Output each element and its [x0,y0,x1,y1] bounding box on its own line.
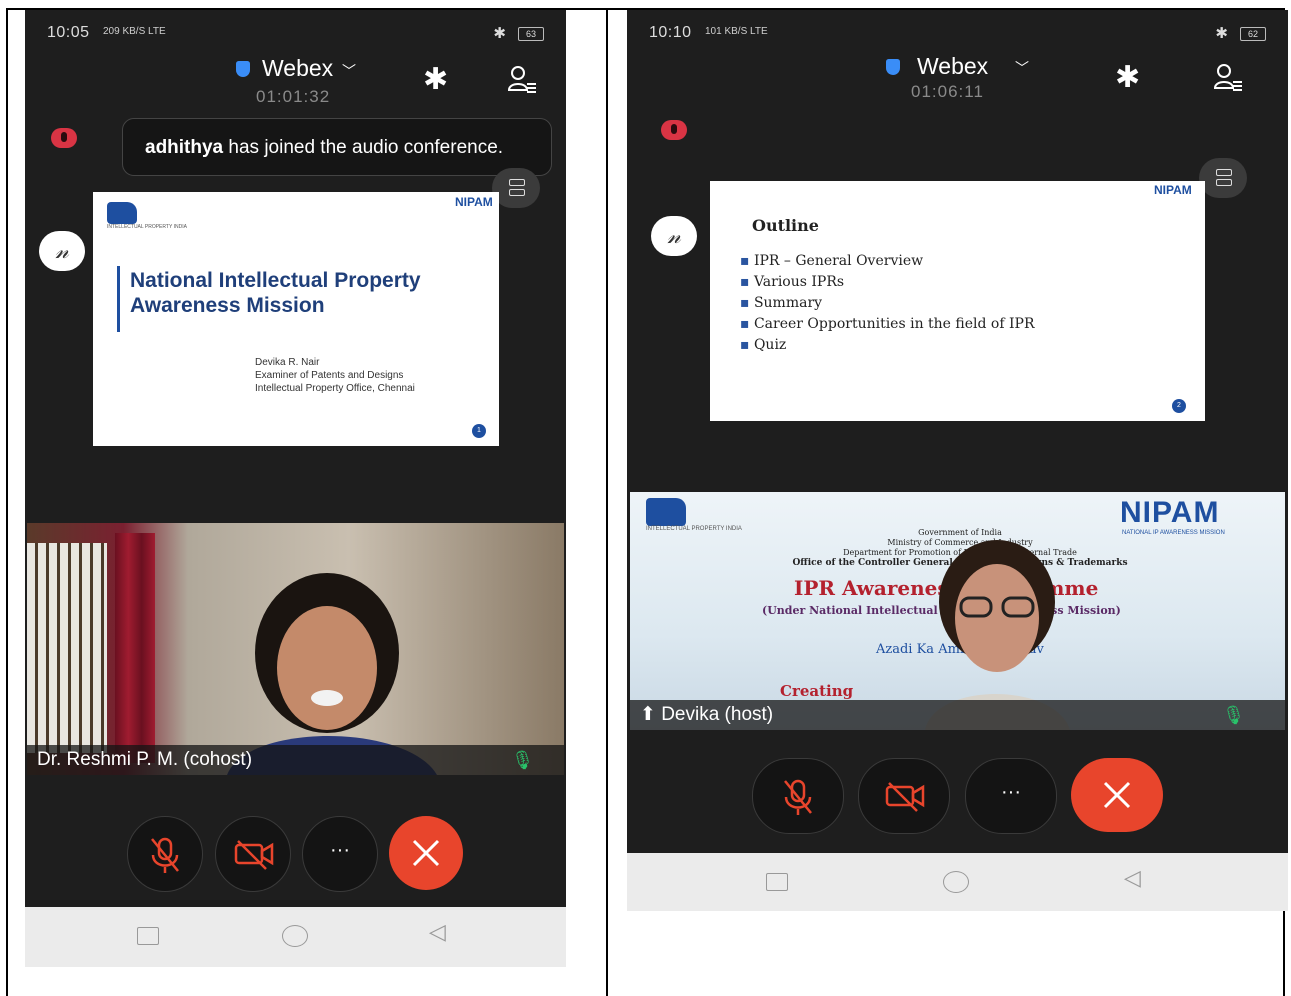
end-call-button[interactable] [1071,758,1163,832]
nipam-logo: NIPAM [455,195,493,209]
recents-icon[interactable] [766,873,788,891]
participant-name-bar: Dr. Reshmi P. M. (cohost) [27,745,564,775]
bluetooth-icon[interactable]: ✱ [423,62,448,97]
back-icon[interactable]: ◁ [429,919,446,945]
status-time: 10:10 [649,24,692,41]
ellipsis-icon: ··· [1001,781,1021,803]
close-icon [1103,781,1131,809]
signal-info: 209 KB/S LTE [103,26,166,37]
shared-slide: INTELLECTUAL PROPERTY INDIA NIPAM Nation… [93,192,499,446]
bluetooth-icon[interactable]: ✱ [1115,60,1140,95]
more-options-button[interactable]: ··· [965,758,1057,834]
mic-off-icon [784,779,812,815]
participants-icon[interactable] [1213,62,1243,92]
status-bar: 10:10 101 KB/S LTE ✱ 62 [649,24,1266,44]
slide-page-number: 2 [1172,399,1186,413]
nipam-logo: NIPAM [1154,183,1192,197]
ip-india-logo: INTELLECTUAL PROPERTY INDIA [646,498,742,533]
video-toggle-button[interactable] [215,816,291,892]
annotate-button[interactable]: 𝓃 [651,216,697,256]
mute-button[interactable] [127,816,203,892]
title-accent [117,266,120,332]
layout-toggle-button[interactable] [492,168,540,208]
video-toggle-button[interactable] [858,758,950,834]
muted-indicator-icon [661,120,687,140]
outline-list: IPR – General Overview Various IPRs Summ… [740,251,1035,356]
host-video[interactable]: INTELLECTUAL PROPERTY INDIA NIPAM NATION… [630,492,1285,730]
meeting-timer: 01:06:11 [911,82,984,101]
signal-info: 101 KB/S LTE [705,26,768,37]
home-icon[interactable] [282,925,308,947]
participant-name: Dr. Reshmi P. M. (cohost) [37,749,253,770]
muted-indicator-icon [51,128,77,148]
join-notification: adhithya has joined the audio conference… [122,118,552,176]
bluetooth-status-icon: ✱ [1215,25,1228,42]
home-icon[interactable] [943,871,969,893]
right-screenshot: 10:10 101 KB/S LTE ✱ 62 Webex ﹀ 01:06:11… [627,10,1288,911]
app-title[interactable]: Webex [917,53,988,80]
host-name: Devika (host) [661,704,774,725]
end-call-button[interactable] [389,816,463,890]
shield-icon [236,61,250,77]
layout-toggle-button[interactable] [1199,158,1247,198]
battery-icon: 63 [518,27,544,41]
outline-item: Summary [740,293,1035,314]
ellipsis-icon: ··· [330,839,350,861]
outline-item: IPR – General Overview [740,251,1035,272]
shared-slide: NIPAM Outline IPR – General Overview Var… [710,181,1205,421]
status-bar: 10:05 209 KB/S LTE ✱ 63 [47,24,544,44]
left-screenshot: 10:05 209 KB/S LTE ✱ 63 Webex ﹀ 01:01:32… [25,10,566,967]
presenter-info: Devika R. Nair Examiner of Patents and D… [255,357,415,394]
mic-active-icon: 🎙 [1222,705,1245,725]
annotate-button[interactable]: 𝓃 [39,231,85,271]
slide-title: National Intellectual Property Awareness… [130,269,421,317]
nipam-banner-logo: NIPAM [1120,496,1220,529]
more-options-button[interactable]: ··· [302,816,378,892]
bluetooth-status-icon: ✱ [493,25,506,42]
outline-item: Quiz [740,335,1035,356]
video-off-icon [885,782,925,812]
column-divider [606,8,608,996]
share-icon: ⬆ [640,704,656,725]
outline-item: Various IPRs [740,272,1035,293]
ip-india-logo: INTELLECTUAL PROPERTY INDIA [107,202,187,230]
mute-button[interactable] [752,758,844,834]
shield-icon [886,59,900,75]
app-title[interactable]: Webex [262,55,333,82]
mic-active-icon: 🎙 [511,750,534,770]
slide-heading: Outline [752,216,819,235]
mic-off-icon [151,837,179,873]
android-nav-bar: ◁ [627,853,1288,911]
video-off-icon [234,840,274,870]
host-name-bar: ⬆ Devika (host) [630,700,1285,730]
recents-icon[interactable] [137,927,159,945]
meeting-header: Webex ﹀ 01:01:32 ✱ [25,55,566,118]
close-icon [412,839,440,867]
outline-item: Career Opportunities in the field of IPR [740,314,1035,335]
toast-user: adhithya [145,137,224,158]
battery-icon: 62 [1240,27,1266,41]
participant-figure [227,573,437,775]
slide-page-number: 1 [472,424,486,438]
meeting-header: Webex ﹀ 01:06:11 ✱ [627,53,1288,118]
meeting-timer: 01:01:32 [256,87,331,106]
chevron-down-icon[interactable]: ﹀ [342,61,356,81]
toast-message: has joined the audio conference. [228,137,504,158]
android-nav-bar: ◁ [25,907,566,967]
back-icon[interactable]: ◁ [1124,865,1141,891]
status-time: 10:05 [47,24,90,41]
banner-creating: Creating [780,682,854,700]
nipam-tagline: NATIONAL IP AWARENESS MISSION [1122,530,1225,536]
participant-video[interactable]: Dr. Reshmi P. M. (cohost) 🎙 [27,523,564,775]
chevron-down-icon[interactable]: ﹀ [1015,58,1029,78]
participants-icon[interactable] [507,64,537,94]
